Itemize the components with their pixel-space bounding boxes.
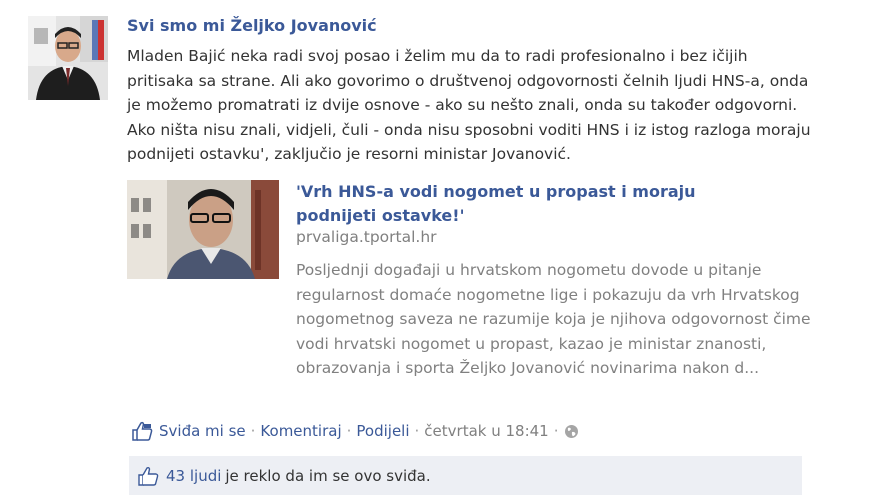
thumbs-up-icon	[137, 466, 159, 486]
post-message: Mladen Bajić neka radi svoj posao i želi…	[127, 47, 811, 163]
link-thumbnail-photo	[127, 180, 279, 279]
likes-summary-text: je reklo da im se ovo sviđa.	[225, 466, 431, 485]
action-separator: ·	[346, 422, 352, 440]
likes-summary: 43 ljudi je reklo da im se ovo sviđa.	[129, 456, 802, 495]
action-separator: ·	[414, 422, 420, 440]
shared-link-domain: prvaliga.tportal.hr	[296, 228, 437, 246]
shared-link-thumbnail[interactable]	[127, 180, 279, 279]
like-page-icon	[131, 421, 153, 441]
author-name-link[interactable]: Svi smo mi Željko Jovanović	[127, 16, 377, 35]
like-button[interactable]: Sviđa mi se	[159, 422, 246, 440]
share-button[interactable]: Podijeli	[356, 422, 409, 440]
post-action-bar: Sviđa mi se · Komentiraj · Podijeli · če…	[131, 421, 579, 441]
author-photo	[28, 16, 108, 100]
author-avatar[interactable]	[28, 16, 108, 100]
comment-button[interactable]: Komentiraj	[260, 422, 341, 440]
action-separator: ·	[250, 422, 256, 440]
globe-icon[interactable]	[564, 424, 579, 439]
likes-count-link[interactable]: 43 ljudi	[166, 467, 221, 485]
shared-link-description: Posljednji događaji u hrvatskom nogometu…	[296, 261, 811, 377]
shared-link-title[interactable]: 'Vrh HNS-a vodi nogomet u propast i mora…	[296, 180, 766, 228]
action-separator: ·	[553, 422, 559, 440]
post-timestamp[interactable]: četvrtak u 18:41	[424, 422, 548, 440]
